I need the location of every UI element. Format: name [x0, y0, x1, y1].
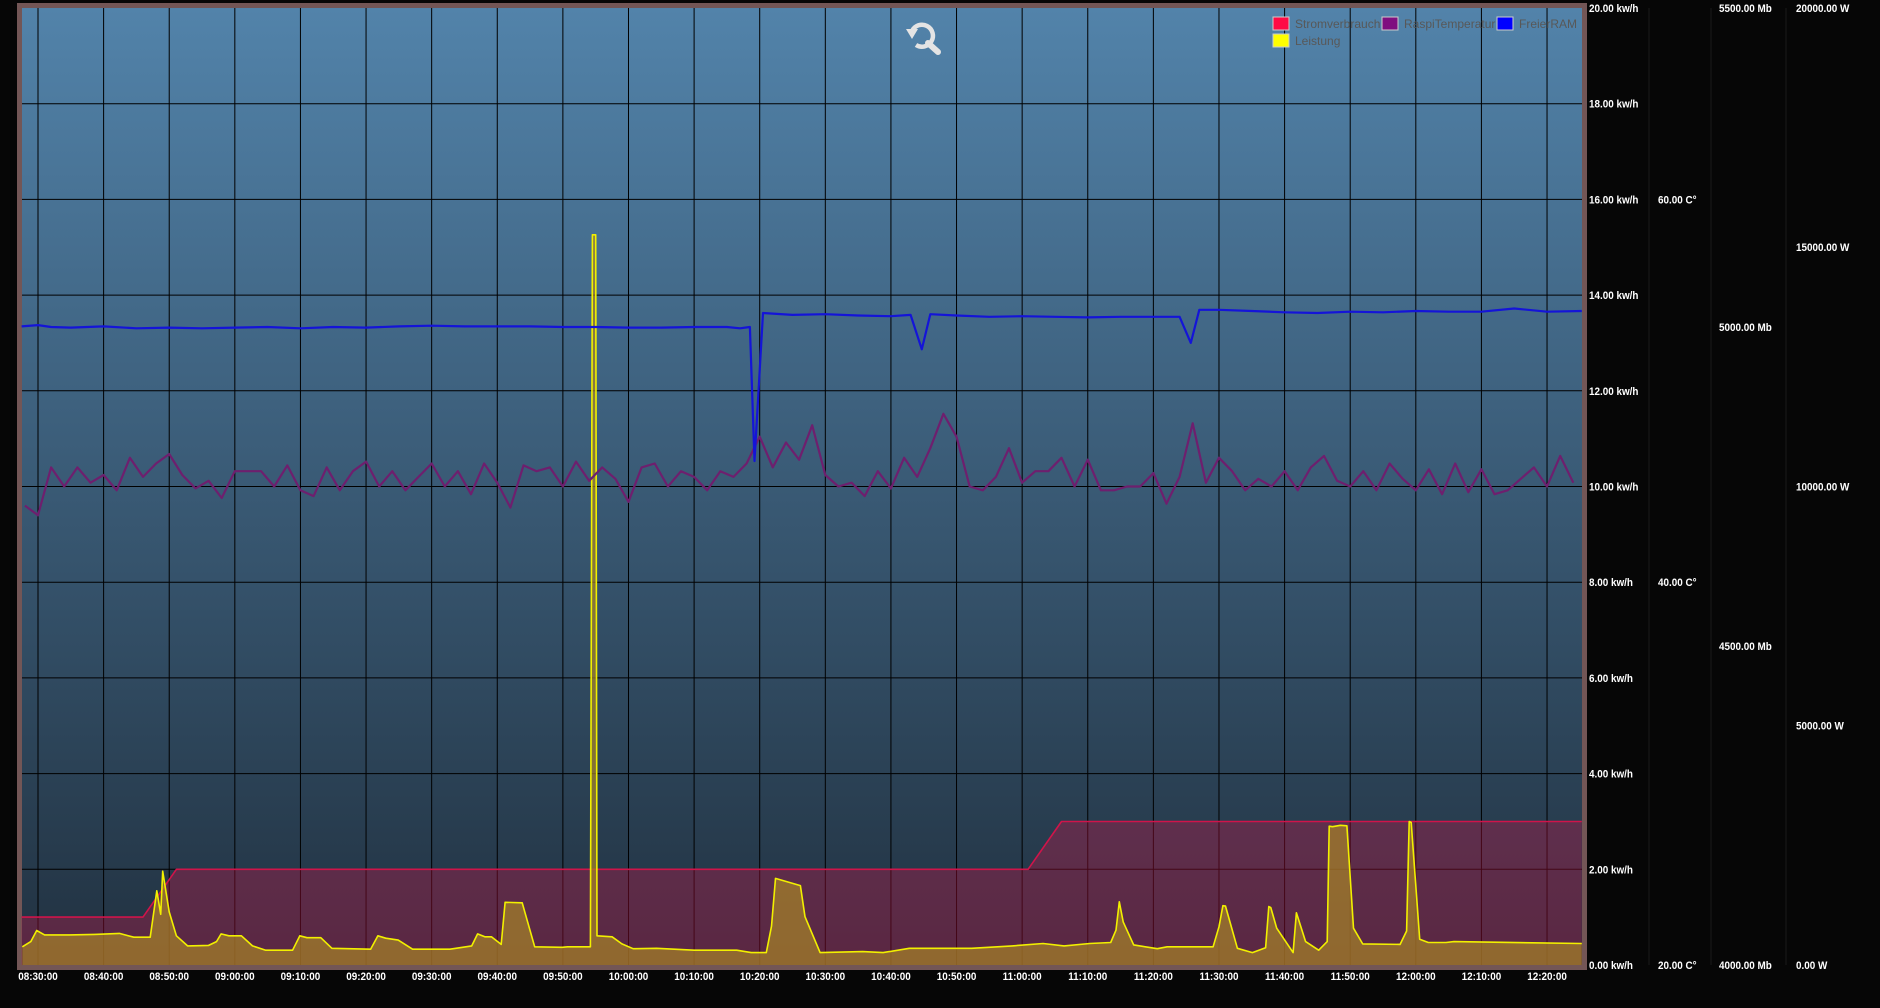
legend-item-stromverbrauch[interactable]: Stromverbrauch	[1272, 16, 1380, 31]
legend-swatch	[1272, 33, 1290, 48]
x-tick-label: 09:20:00	[346, 972, 386, 984]
y-tick-label-ram: 4500.00 Mb	[1719, 642, 1772, 654]
legend-swatch	[1272, 16, 1290, 31]
y-tick-label-kwh: 12.00 kw/h	[1589, 386, 1638, 398]
y-tick-label-kwh: 0.00 kw/h	[1589, 961, 1633, 973]
y-tick-label-kwh: 20.00 kw/h	[1589, 4, 1638, 16]
y-tick-label-temp: 40.00 C°	[1658, 578, 1697, 590]
y-tick-label-temp: 20.00 C°	[1658, 961, 1697, 973]
legend-item-freierram[interactable]: FreierRAM	[1496, 16, 1577, 31]
y-tick-label-kwh: 16.00 kw/h	[1589, 195, 1638, 207]
x-tick-label: 11:10:00	[1068, 972, 1107, 984]
x-tick-label: 11:00:00	[1003, 972, 1042, 984]
legend-label: Stromverbrauch	[1295, 17, 1380, 31]
chart: 08:30:00 08:40:00 08:50:00 09:00:00 09:10:00…	[17, 3, 1849, 984]
y-tick-label-kwh: 2.00 kw/h	[1589, 865, 1633, 877]
y-tick-label-watt: 20000.00 W	[1796, 4, 1849, 16]
x-tick-label: 09:50:00	[543, 972, 583, 984]
y-tick-label-watt: 15000.00 W	[1796, 243, 1849, 255]
y-tick-label-kwh: 18.00 kw/h	[1589, 99, 1638, 111]
legend-label: FreierRAM	[1519, 17, 1577, 31]
legend-label: Leistung	[1295, 34, 1340, 48]
x-tick-label: 10:50:00	[937, 972, 977, 984]
x-tick-label: 10:10:00	[674, 972, 714, 984]
y-axes: 0.00 kw/h 2.00 kw/h 4.00 kw/h 6.00 kw/h 8.00…	[1589, 4, 1849, 973]
y-tick-label-kwh: 8.00 kw/h	[1589, 578, 1633, 590]
x-tick-label: 11:50:00	[1331, 972, 1370, 984]
y-tick-label-ram: 5000.00 Mb	[1719, 323, 1772, 335]
x-tick-label: 12:10:00	[1462, 972, 1502, 984]
x-tick-label: 09:30:00	[412, 972, 452, 984]
x-tick-label: 10:30:00	[806, 972, 846, 984]
y-tick-label-ram: 4000.00 Mb	[1719, 961, 1772, 973]
legend-label: RaspiTemperatur	[1404, 17, 1495, 31]
x-tick-label: 12:00:00	[1396, 972, 1436, 984]
y-tick-label-watt: 10000.00 W	[1796, 482, 1849, 494]
legend-swatch	[1381, 16, 1399, 31]
x-tick-label: 09:10:00	[281, 972, 321, 984]
x-tick-label: 10:40:00	[871, 972, 911, 984]
x-tick-label: 08:50:00	[149, 972, 189, 984]
y-tick-label-kwh: 4.00 kw/h	[1589, 769, 1633, 781]
y-tick-label-kwh: 10.00 kw/h	[1589, 482, 1638, 494]
x-tick-label: 09:40:00	[477, 972, 517, 984]
x-tick-label: 10:00:00	[609, 972, 649, 984]
y-tick-label-watt: 0.00 W	[1796, 961, 1827, 973]
x-tick-label: 11:40:00	[1265, 972, 1304, 984]
legend-swatch	[1496, 16, 1514, 31]
y-tick-label-temp: 60.00 C°	[1658, 195, 1697, 207]
x-tick-label: 08:30:00	[18, 972, 58, 984]
x-tick-label: 10:20:00	[740, 972, 780, 984]
x-tick-label: 11:30:00	[1199, 972, 1238, 984]
y-tick-label-kwh: 6.00 kw/h	[1589, 673, 1633, 685]
x-axis: 08:30:00 08:40:00 08:50:00 09:00:00 09:10:00…	[18, 972, 1567, 984]
legend-item-leistung[interactable]: Leistung	[1272, 33, 1340, 48]
y-tick-label-ram: 5500.00 Mb	[1719, 4, 1772, 16]
x-tick-label: 11:20:00	[1134, 972, 1173, 984]
y-tick-label-kwh: 14.00 kw/h	[1589, 291, 1638, 303]
y-tick-label-watt: 5000.00 W	[1796, 721, 1844, 733]
x-tick-label: 08:40:00	[84, 972, 124, 984]
x-tick-label: 09:00:00	[215, 972, 255, 984]
x-tick-label: 12:20:00	[1527, 972, 1567, 984]
